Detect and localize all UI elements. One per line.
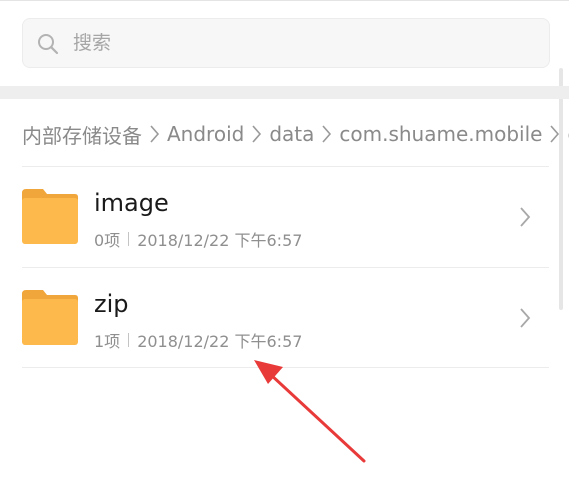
chevron-right-icon (322, 125, 332, 143)
folder-name: image (94, 189, 169, 217)
list-item[interactable]: zip 1项 2018/12/22 下午6:57 (0, 268, 569, 368)
list-divider (22, 367, 549, 368)
chevron-right-icon (252, 125, 262, 143)
chevron-right-icon (550, 125, 560, 143)
breadcrumb: 内部存储设备 Android data com.shuame.mobile c (22, 112, 569, 156)
file-manager-screen: 内部存储设备 Android data com.shuame.mobile c … (0, 0, 569, 500)
search-icon (38, 34, 59, 55)
section-separator (0, 86, 569, 99)
breadcrumb-item-data[interactable]: data (269, 122, 314, 146)
folder-name: zip (94, 290, 129, 318)
meta-separator (128, 333, 130, 347)
chevron-right-icon (150, 125, 160, 143)
modified-date: 2018/12/22 下午6:57 (137, 332, 303, 351)
breadcrumb-item-android[interactable]: Android (167, 122, 244, 146)
item-count: 0项 (94, 231, 121, 250)
folder-icon (22, 290, 78, 345)
folder-meta: 0项 2018/12/22 下午6:57 (94, 227, 302, 251)
modified-date: 2018/12/22 下午6:57 (137, 231, 303, 250)
item-count: 1项 (94, 332, 121, 351)
chevron-right-icon (520, 308, 531, 328)
list-item[interactable]: image 0项 2018/12/22 下午6:57 (0, 167, 569, 267)
folder-meta: 1项 2018/12/22 下午6:57 (94, 328, 302, 352)
chevron-right-icon (520, 207, 531, 227)
top-divider (0, 0, 569, 1)
breadcrumb-item-internal-storage[interactable]: 内部存储设备 (22, 120, 142, 149)
folder-icon (22, 189, 78, 244)
breadcrumb-item-com-shuame-mobile[interactable]: com.shuame.mobile (339, 122, 542, 146)
search-bar[interactable] (22, 18, 550, 68)
search-input[interactable] (73, 19, 533, 67)
meta-separator (128, 232, 130, 246)
